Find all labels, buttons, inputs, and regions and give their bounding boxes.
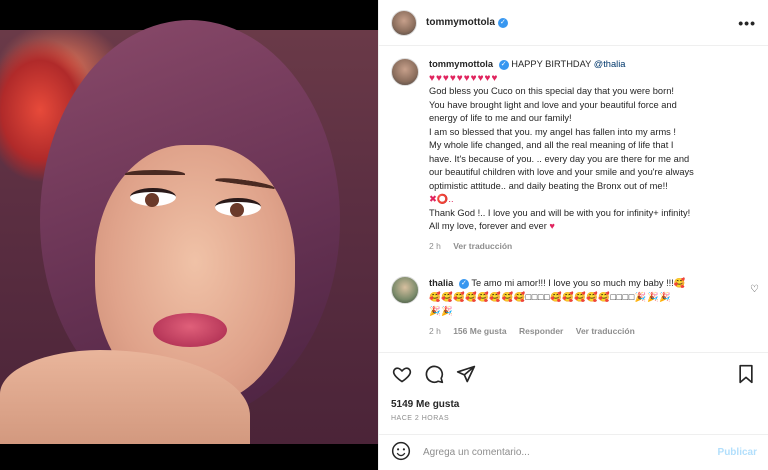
comment-likes[interactable]: 156 Me gusta [453, 326, 506, 336]
reply-button[interactable]: Responder [519, 326, 563, 336]
caption-line: our beautiful children with love and you… [429, 167, 694, 177]
caption-line: optimistic attitude.. and daily beating … [429, 180, 668, 191]
emoji-smile-icon[interactable] [391, 441, 411, 464]
post-side-panel: tommymottola ✓ ••• tommymottola ✓ HAPPY … [378, 0, 768, 470]
caption-line: You have brought light and love and your… [429, 99, 677, 110]
caption-author-avatar[interactable] [391, 58, 419, 86]
right-eye-shape [215, 198, 261, 217]
post-photo[interactable] [0, 0, 378, 470]
commenter-avatar[interactable] [391, 276, 419, 304]
caption-author[interactable]: tommymottola [429, 59, 493, 69]
verified-badge-icon: ✓ [458, 278, 469, 289]
comment-meta: 2 h 156 Me gusta Responder Ver traducció… [429, 324, 749, 338]
comment-text: Te amo mi amor!!! I love you so much my … [471, 278, 686, 288]
post-header: tommymottola ✓ ••• [379, 0, 768, 46]
publish-button[interactable]: Publicar [718, 447, 757, 458]
left-brow-shape [125, 170, 185, 178]
lips-shape [153, 313, 227, 347]
translate-link[interactable]: Ver traducción [576, 326, 635, 336]
portrait-image [0, 20, 378, 460]
comment-time[interactable]: 2 h [429, 326, 441, 336]
caption-line: energy of life to me and our family! [429, 113, 572, 123]
caption-greeting: HAPPY BIRTHDAY [511, 59, 592, 69]
hearts-row: ♥♥♥♥♥♥♥♥♥♥ [429, 72, 499, 84]
more-options-icon[interactable]: ••• [738, 15, 756, 31]
post-modal: tommymottola ✓ ••• tommymottola ✓ HAPPY … [0, 0, 768, 470]
actions-bar: 5149 Me gusta HACE 2 HORAS [379, 352, 768, 422]
caption-line: have. It's because of you. .. every day … [429, 153, 690, 164]
caption-line: I am so blessed that you. my angel has f… [429, 126, 676, 137]
translate-link[interactable]: Ver traducción [453, 241, 512, 251]
author-avatar[interactable] [391, 9, 417, 36]
comment-emojis: 🎉🎉 [429, 306, 454, 316]
commenter-username[interactable]: thalia [429, 278, 453, 288]
bookmark-icon[interactable] [735, 363, 757, 385]
verified-badge-icon: ✓ [498, 59, 509, 70]
verified-badge-icon: ✓ [497, 17, 508, 28]
caption-line: Thank God !.. I love you and will be wit… [429, 207, 691, 218]
left-eye-shape [130, 188, 176, 207]
action-icons [391, 363, 757, 385]
heart-icon: ♥ [549, 221, 555, 231]
photo-letterbox-bottom [0, 444, 378, 470]
likes-count[interactable]: 5149 Me gusta [391, 399, 757, 410]
author-username[interactable]: tommymottola [426, 17, 495, 28]
comment-bubble-icon[interactable] [423, 363, 445, 385]
add-comment-bar: Agrega un comentario... Publicar [379, 434, 768, 470]
caption-meta: 2 h Ver traducción [429, 240, 757, 254]
like-heart-icon[interactable] [391, 363, 413, 385]
share-paper-plane-icon[interactable] [455, 363, 477, 385]
mention-link[interactable]: @thalia [594, 59, 626, 69]
post-time[interactable]: HACE 2 HORAS [391, 415, 757, 422]
comment-emojis: 🥰🥰🥰🥰🥰🥰🥰🥰□□□□🥰🥰🥰🥰🥰□□□□🎉🎉🎉 [429, 292, 672, 302]
caption-body: tommymottola ✓ HAPPY BIRTHDAY @thalia ♥♥… [429, 58, 757, 253]
caption-line: All my love, forever and ever [429, 221, 547, 231]
caption-line: ✖⭕.. [429, 194, 454, 204]
caption: tommymottola ✓ HAPPY BIRTHDAY @thalia ♥♥… [379, 46, 768, 253]
caption-line: God bless you Cuco on this special day t… [429, 86, 674, 96]
comment-input[interactable]: Agrega un comentario... [423, 447, 530, 458]
comment-body: thalia ✓ Te amo mi amor!!! I love you so… [429, 276, 749, 338]
like-comment-heart-icon[interactable]: ♡ [750, 284, 759, 295]
comment: thalia ✓ Te amo mi amor!!! I love you so… [379, 276, 768, 338]
caption-time[interactable]: 2 h [429, 241, 441, 251]
caption-line: My whole life changed, and all the real … [429, 140, 674, 150]
